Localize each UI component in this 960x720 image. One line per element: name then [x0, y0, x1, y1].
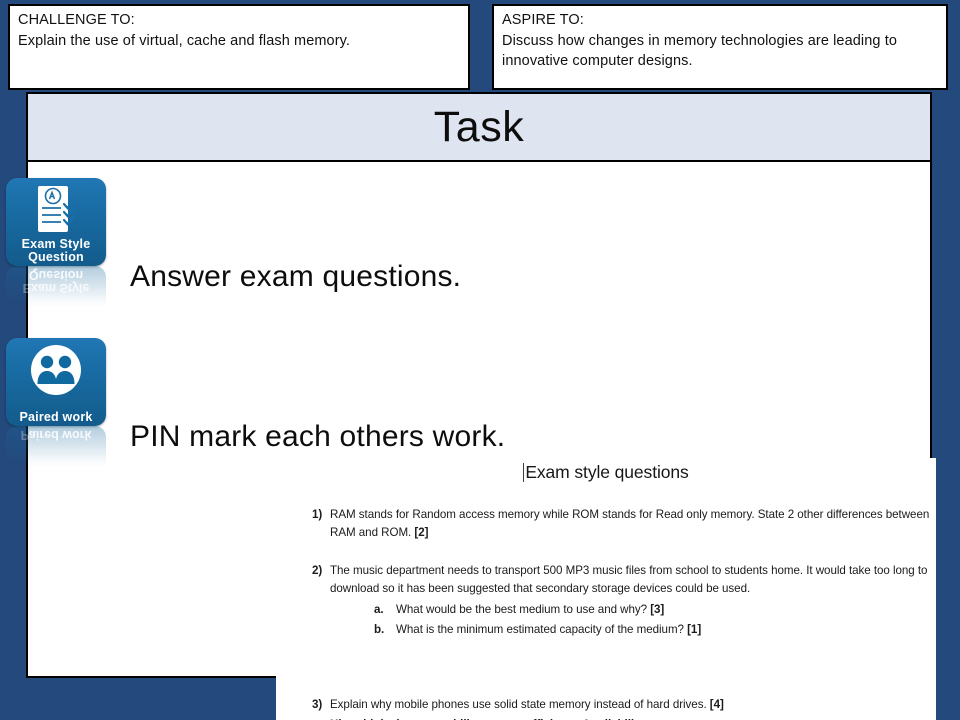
subpart-letter: a.	[374, 602, 384, 616]
badge-reflection: Exam Style Question	[6, 266, 106, 306]
question-body: RAM stands for Random access memory whil…	[330, 506, 932, 543]
badge-caption-line-1: Paired work	[19, 409, 93, 424]
paired-work-icon	[6, 341, 106, 399]
aspire-objective-title: ASPIRE TO:	[502, 12, 584, 28]
badge-caption: Exam Style Question	[6, 236, 106, 265]
question-text: Explain why mobile phones use solid stat…	[330, 698, 710, 711]
worksheet-question: 3) Explain why mobile phones use solid s…	[302, 696, 932, 720]
badge-reflection-caption: Exam Style Question	[6, 268, 106, 295]
worksheet-heading-text: Exam style questions	[525, 462, 689, 482]
aspire-objective-text: Discuss how changes in memory technologi…	[502, 32, 897, 70]
slide-canvas: CHALLENGE TO: Explain the use of virtual…	[0, 0, 960, 720]
worksheet-heading: Exam style questions	[276, 462, 936, 483]
panel-body: Answer exam questions. PIN mark each oth…	[28, 162, 936, 720]
page-title: Task	[433, 102, 525, 151]
badge-reflection-line-1: Exam Style	[22, 281, 90, 296]
content-panel: Task Answer exam questions. PIN mark eac…	[26, 92, 936, 720]
worksheet-question: 1) RAM stands for Random access memory w…	[302, 506, 932, 543]
worksheet-question: 2) The music department needs to transpo…	[302, 562, 932, 639]
subpart-body: What would be the best medium to use and…	[396, 601, 664, 619]
challenge-objective-text: Explain the use of virtual, cache and fl…	[18, 32, 351, 49]
question-subpart: a. What would be the best medium to use …	[330, 601, 932, 619]
question-hint: Hint: think about portability, energy ef…	[330, 716, 932, 720]
challenge-objective-box: CHALLENGE TO: Explain the use of virtual…	[8, 4, 470, 90]
task-header-bar: Task	[28, 94, 930, 162]
badge-reflection-caption: Paired work	[6, 428, 106, 443]
subpart-body: What is the minimum estimated capacity o…	[396, 621, 701, 639]
instruction-line-pin-mark: PIN mark each others work.	[130, 420, 506, 453]
question-number: 1)	[312, 508, 323, 521]
instruction-line-answer: Answer exam questions.	[130, 260, 462, 293]
badge-reflection-line-2: Question	[28, 268, 84, 283]
question-marks: [2]	[414, 526, 429, 540]
subpart-text: What would be the best medium to use and…	[396, 602, 651, 616]
worksheet-screenshot: Exam style questions 1) RAM stands for R…	[276, 458, 936, 720]
subpart-letter: b.	[374, 622, 385, 636]
badge-caption: Paired work	[6, 409, 106, 424]
question-marks: [4]	[709, 698, 724, 711]
badge-reflection-line-1: Paired work	[20, 428, 92, 443]
question-subpart: b. What is the minimum estimated capacit…	[330, 621, 932, 639]
question-body: Explain why mobile phones use solid stat…	[330, 696, 932, 720]
paired-work-badge[interactable]: Paired work Paired work	[6, 338, 108, 466]
question-body: The music department needs to transport …	[330, 562, 932, 639]
exam-style-question-badge[interactable]: Exam Style Question Exam Style Question	[6, 178, 108, 306]
challenge-objective-title: CHALLENGE TO:	[18, 12, 135, 28]
question-text: The music department needs to transport …	[330, 564, 928, 596]
badge-caption-line-1: Exam Style	[21, 236, 91, 251]
badge-caption-line-2: Question	[28, 249, 84, 264]
subpart-marks: [1]	[687, 622, 702, 636]
question-number: 2)	[312, 564, 323, 577]
exam-style-question-icon	[6, 181, 106, 239]
badge-tile: Exam Style Question	[6, 178, 106, 266]
badge-tile: Paired work	[6, 338, 106, 426]
subpart-marks: [3]	[650, 602, 665, 616]
subpart-text: What is the minimum estimated capacity o…	[396, 622, 688, 636]
aspire-objective-box: ASPIRE TO: Discuss how changes in memory…	[492, 4, 948, 90]
badge-reflection: Paired work	[6, 426, 106, 466]
question-number: 3)	[312, 698, 323, 711]
